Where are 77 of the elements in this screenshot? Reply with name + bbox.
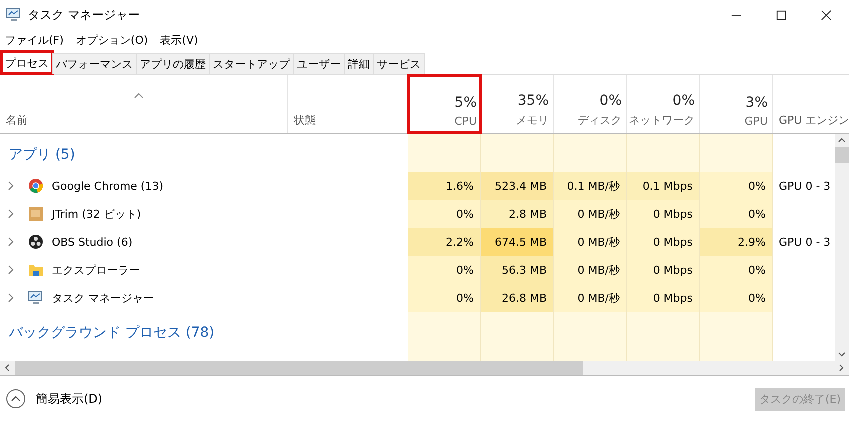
tab[interactable]: スタートアップ: [209, 53, 294, 74]
highlighted-column-header[interactable]: 5% CPU: [408, 75, 481, 133]
tab[interactable]: プロセス: [1, 51, 53, 74]
process-name[interactable]: OBS Studio (6): [52, 236, 133, 248]
table-cell: 1.6%: [408, 172, 481, 200]
column-header[interactable]: GPU エンジン: [779, 113, 849, 128]
column-header[interactable]: 名前: [6, 113, 28, 128]
fewer-details-link[interactable]: 簡易表示(D): [36, 390, 103, 408]
scroll-thumb[interactable]: [835, 147, 849, 163]
menu-item[interactable]: 表示(V): [160, 32, 198, 48]
process-name[interactable]: JTrim (32 ビット): [52, 206, 142, 222]
menu-item[interactable]: ファイル(F): [5, 32, 64, 48]
tab[interactable]: アプリの履歴: [136, 53, 210, 74]
monitor-icon: [6, 7, 22, 23]
table-cell: 0%: [700, 200, 773, 228]
app-tile-icon: [28, 206, 44, 222]
monitor-icon: [28, 290, 44, 306]
table-cell: 56.3 MB: [481, 256, 554, 284]
expand-chevron-icon[interactable]: [8, 209, 14, 219]
table-cell: 26.8 MB: [481, 284, 554, 312]
folder-icon: [28, 262, 44, 278]
scroll-thumb[interactable]: [15, 361, 583, 375]
vertical-scrollbar[interactable]: [835, 134, 849, 361]
table-cell: 0 Mbps: [627, 228, 700, 256]
column-header[interactable]: 0% ネットワーク: [627, 75, 700, 133]
tab[interactable]: サービス: [373, 53, 425, 74]
close-icon[interactable]: [821, 10, 832, 20]
group-title: アプリ (5): [9, 146, 76, 164]
expand-chevron-icon[interactable]: [8, 181, 14, 191]
table-cell: 674.5 MB: [481, 228, 554, 256]
table-cell: GPU 0 - 3: [779, 236, 831, 248]
sort-caret-icon[interactable]: [134, 93, 144, 99]
table-cell: 2.8 MB: [481, 200, 554, 228]
column-header[interactable]: 状態: [294, 113, 316, 128]
table-cell: 0%: [408, 284, 481, 312]
table-cell: 2.2%: [408, 228, 481, 256]
column-header[interactable]: 0% ディスク: [554, 75, 627, 133]
scroll-down-icon[interactable]: [838, 352, 846, 357]
column-header[interactable]: 35% メモリ: [481, 75, 554, 133]
table-cell: 0%: [700, 172, 773, 200]
table-cell: 0 MB/秒: [554, 284, 627, 312]
maximize-icon[interactable]: [776, 10, 787, 20]
table-cell: 0%: [408, 256, 481, 284]
circle-logo-icon: [28, 178, 44, 194]
table-cell: 0 MB/秒: [554, 256, 627, 284]
process-name[interactable]: エクスプローラー: [52, 262, 140, 278]
table-cell: GPU 0 - 3: [779, 180, 831, 192]
group-title: バックグラウンド プロセス (78): [9, 324, 215, 342]
dark-circle-icon: [28, 234, 44, 250]
process-name[interactable]: Google Chrome (13): [52, 180, 164, 192]
tab[interactable]: 詳細: [344, 53, 374, 74]
scroll-right-icon[interactable]: [839, 364, 844, 372]
scroll-left-icon[interactable]: [5, 364, 10, 372]
menu-item[interactable]: オプション(O): [76, 32, 148, 48]
expand-chevron-icon[interactable]: [8, 293, 14, 303]
table-cell: 0 Mbps: [627, 284, 700, 312]
scroll-up-icon[interactable]: [838, 138, 846, 143]
table-cell: 0 MB/秒: [554, 228, 627, 256]
table-cell: 2.9%: [700, 228, 773, 256]
table-cell: 0%: [700, 284, 773, 312]
table-cell: 0.1 Mbps: [627, 172, 700, 200]
process-name[interactable]: タスク マネージャー: [52, 290, 154, 306]
table-cell: 0 Mbps: [627, 200, 700, 228]
table-cell: 0%: [408, 200, 481, 228]
tab[interactable]: パフォーマンス: [52, 53, 137, 74]
table-cell: 0 Mbps: [627, 256, 700, 284]
table-cell: 0%: [700, 256, 773, 284]
collapse-icon[interactable]: [6, 389, 26, 409]
table-cell: 0 MB/秒: [554, 200, 627, 228]
expand-chevron-icon[interactable]: [8, 237, 14, 247]
horizontal-scrollbar[interactable]: [0, 361, 849, 376]
table-cell: 0.1 MB/秒: [554, 172, 627, 200]
tab[interactable]: ユーザー: [293, 53, 345, 74]
table-cell: 523.4 MB: [481, 172, 554, 200]
expand-chevron-icon[interactable]: [8, 265, 14, 275]
window-title: タスク マネージャー: [28, 6, 140, 24]
column-header[interactable]: 3% GPU: [700, 75, 773, 133]
